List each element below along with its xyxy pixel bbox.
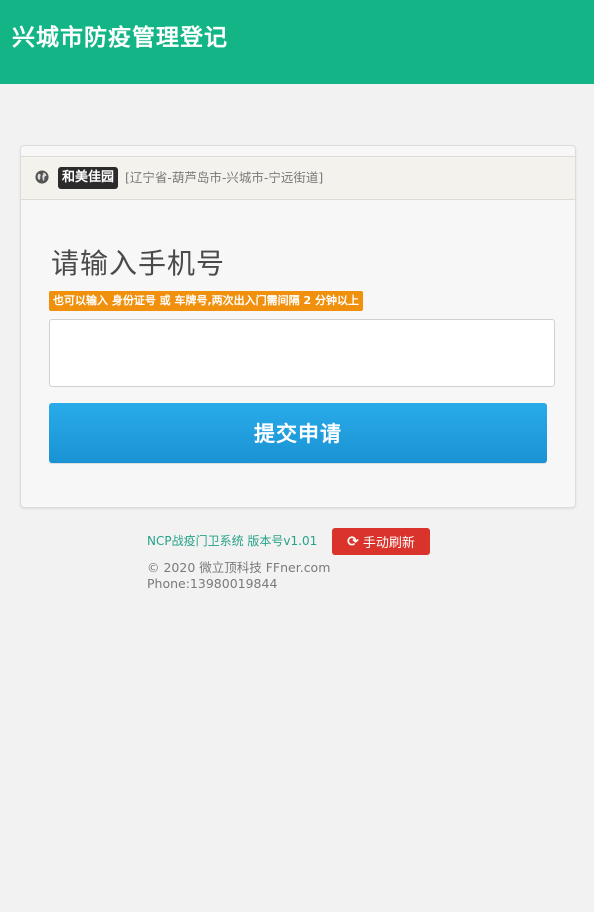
site-name-badge: 和美佳园: [58, 167, 119, 189]
contact-phone: Phone:13980019844: [147, 576, 278, 591]
input-hint-badge: 也可以输入 身份证号 或 车牌号,两次出入门需间隔 2 分钟以上: [49, 291, 363, 311]
registration-card: 和美佳园 [辽宁省-葫芦岛市-兴城市-宁远街道] 请输入手机号 也可以输入 身份…: [20, 145, 576, 508]
page-title: 兴城市防疫管理登记: [12, 24, 228, 51]
refresh-button[interactable]: ⟳ 手动刷新: [332, 528, 430, 555]
copyright-text: © 2020 微立顶科技 FFner.com: [147, 560, 331, 575]
refresh-label: 手动刷新: [362, 536, 415, 551]
input-prompt-title: 请输入手机号: [51, 247, 226, 280]
version-text: NCP战疫门卫系统 版本号v1.01: [147, 534, 318, 548]
globe-icon: [35, 170, 49, 184]
refresh-icon: ⟳: [347, 533, 359, 550]
site-bar: 和美佳园 [辽宁省-葫芦岛市-兴城市-宁远街道]: [21, 156, 575, 200]
site-location: [辽宁省-葫芦岛市-兴城市-宁远街道]: [125, 170, 324, 185]
submit-button[interactable]: 提交申请: [49, 403, 547, 463]
app-header: 兴城市防疫管理登记: [0, 0, 594, 84]
phone-input[interactable]: [49, 319, 555, 387]
